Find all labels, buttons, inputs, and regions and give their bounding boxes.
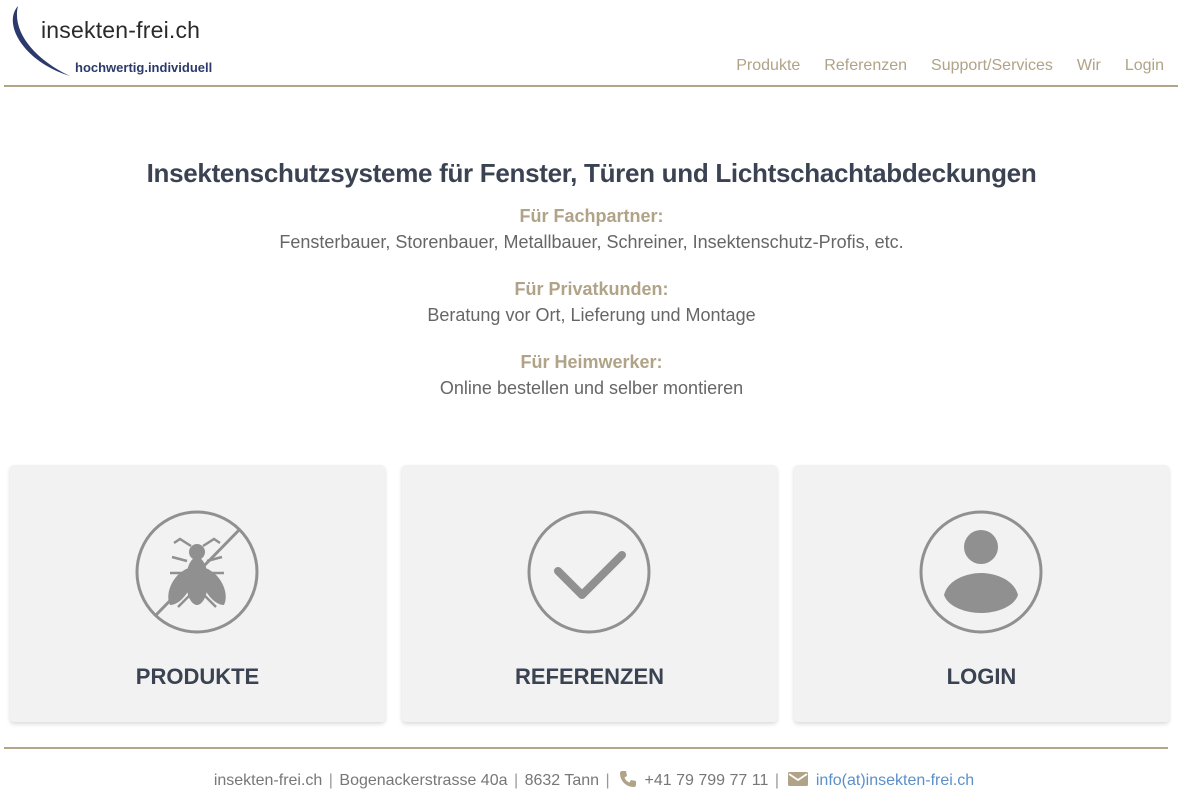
segment-text: Fensterbauer, Storenbauer, Metallbauer, … [279,232,904,252]
site-logo[interactable]: insekten-frei.ch hochwertig.individuell [4,0,224,84]
segment-title: Für Privatkunden: [514,279,669,299]
segment-fachpartner: Für Fachpartner: Fensterbauer, Storenbau… [0,203,1183,255]
hero-section: Insektenschutzsysteme für Fenster, Türen… [0,158,1183,401]
mail-icon [788,772,809,786]
page-title: Insektenschutzsysteme für Fenster, Türen… [146,158,1037,188]
no-insect-icon [135,510,259,634]
footer-phone[interactable]: +41 79 799 77 11 [645,772,769,789]
site-footer: insekten-frei.ch | Bogenackerstrasse 40a… [4,747,1168,799]
footer-company: insekten-frei.ch [213,772,323,789]
segment-text: Beratung vor Ort, Lieferung und Montage [427,305,756,325]
segment-title: Für Heimwerker: [520,352,663,372]
segment-privatkunden: Für Privatkunden: Beratung vor Ort, Lief… [0,276,1183,328]
nav-login[interactable]: Login [1125,57,1164,75]
card-label: PRODUKTE [135,664,260,689]
nav-produkte[interactable]: Produkte [736,57,800,75]
checkmark-icon [527,510,651,634]
footer-address: Bogenackerstrasse 40a [339,772,508,789]
card-label: REFERENZEN [514,664,665,689]
segment-title: Für Fachpartner: [519,206,664,226]
user-icon [919,510,1043,634]
card-grid: PRODUKTE REFERENZEN LOGIN [10,465,1170,722]
nav-referenzen[interactable]: Referenzen [824,57,907,75]
nav-support-services[interactable]: Support/Services [931,57,1053,75]
logo-name: insekten-frei.ch [41,17,201,43]
site-header: insekten-frei.ch hochwertig.individuell … [4,0,1178,87]
footer-separator: | [774,772,779,789]
footer-contact: insekten-frei.ch | Bogenackerstrasse 40a… [4,769,1183,790]
footer-city: 8632 Tann [524,772,600,789]
segment-heimwerker: Für Heimwerker: Online bestellen und sel… [0,349,1183,401]
card-referenzen[interactable]: REFERENZEN [402,465,777,722]
footer-email-link[interactable]: info(at)insekten-frei.ch [816,772,974,789]
phone-icon [620,771,637,787]
footer-separator: | [605,772,610,789]
nav-wir[interactable]: Wir [1077,57,1101,75]
segment-text: Online bestellen und selber montieren [439,378,744,398]
card-label: LOGIN [946,664,1017,689]
card-login[interactable]: LOGIN [794,465,1169,722]
footer-separator: | [328,772,333,789]
footer-separator: | [513,772,519,789]
card-produkte[interactable]: PRODUKTE [10,465,385,722]
main-nav: Produkte Referenzen Support/Services Wir… [736,57,1164,75]
logo-tagline: hochwertig.individuell [75,60,213,75]
